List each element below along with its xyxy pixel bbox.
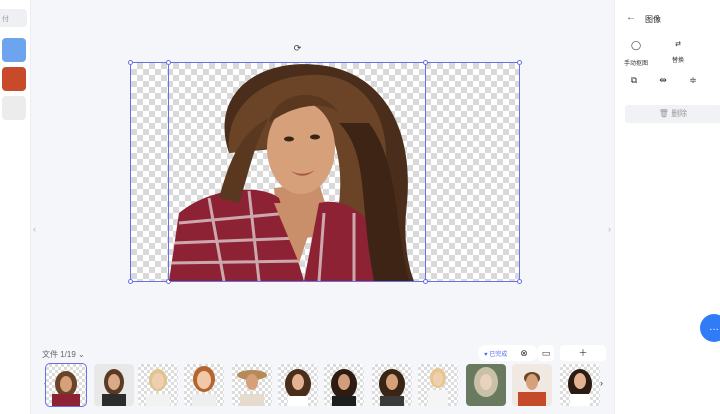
- thumbnail[interactable]: [138, 364, 178, 406]
- duplicate-icon[interactable]: ⧉: [624, 72, 644, 88]
- resize-handle[interactable]: [517, 279, 522, 284]
- resize-handle[interactable]: [517, 60, 522, 65]
- thumbnail[interactable]: [418, 364, 458, 406]
- filmstrip-toolbar: ♥ 已完成 ⊗ ▭ ＋: [478, 345, 608, 361]
- resize-handle[interactable]: [128, 279, 133, 284]
- thumbnail[interactable]: [232, 364, 272, 406]
- manual-cutout-icon: ◯: [630, 40, 642, 50]
- thumbnail[interactable]: [560, 364, 600, 406]
- thumbnail[interactable]: [324, 364, 364, 406]
- chevron-down-icon: ⌄: [78, 350, 85, 359]
- replace-icon: ⇄: [675, 41, 681, 48]
- add-icon[interactable]: ＋: [560, 345, 606, 361]
- file-counter[interactable]: 文件 1/19 ⌄: [42, 349, 85, 360]
- thumbnail[interactable]: [45, 363, 87, 407]
- thumbnail[interactable]: [466, 364, 506, 406]
- monitor-icon[interactable]: ▭: [538, 345, 554, 361]
- trash-icon: 🗑: [658, 109, 669, 118]
- chat-icon[interactable]: …: [700, 314, 720, 342]
- heart-icon: ♥: [484, 352, 488, 358]
- resize-handle[interactable]: [128, 60, 133, 65]
- thumbnail[interactable]: [94, 364, 134, 406]
- thumbnail[interactable]: [512, 364, 552, 406]
- swatch-gray[interactable]: [2, 96, 26, 120]
- collapse-right-icon[interactable]: ›: [608, 224, 611, 234]
- replace-button[interactable]: ⇄ 替换: [663, 40, 693, 64]
- properties-panel: ← 图像 ◯ 手动抠图 ⇄ 替换 ⧉ ⇹ ≑ 🗑 删除: [614, 0, 720, 414]
- panel-title: 图像: [645, 15, 661, 24]
- thumbnail[interactable]: [184, 364, 224, 406]
- left-toolbar: 付: [0, 0, 31, 414]
- flip-horizontal-icon[interactable]: ⇹: [653, 72, 673, 88]
- swatch-blue[interactable]: [2, 38, 26, 62]
- manual-cutout-button[interactable]: ◯ 手动抠图: [621, 40, 651, 67]
- align-center-icon[interactable]: ≑: [683, 72, 703, 88]
- rotate-icon[interactable]: ⟳: [292, 43, 303, 54]
- close-icon[interactable]: ⊗: [516, 345, 532, 361]
- delete-button[interactable]: 🗑 删除: [625, 105, 720, 123]
- thumbnail[interactable]: [372, 364, 412, 406]
- collapse-left-icon[interactable]: ‹: [33, 224, 36, 234]
- swatch-red[interactable]: [2, 67, 26, 91]
- thumbnail[interactable]: [278, 364, 318, 406]
- thumbnail-strip: [42, 363, 608, 408]
- font-input[interactable]: 付: [0, 9, 27, 27]
- back-arrow-icon[interactable]: ←: [626, 12, 636, 23]
- cutout-portrait: [169, 63, 425, 281]
